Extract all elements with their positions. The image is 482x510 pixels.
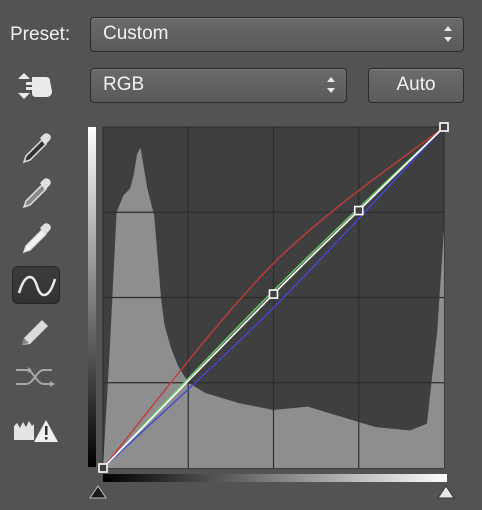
red-curve: [102, 126, 445, 469]
smooth-curve-icon: [16, 367, 55, 387]
white-point-eyedropper-tool[interactable]: [12, 218, 60, 256]
select-arrows-icon: [327, 77, 335, 93]
curve-points-icon: [17, 275, 57, 297]
select-arrows-icon: [444, 26, 452, 42]
channel-select-value: RGB: [103, 74, 145, 95]
on-image-adjust-icon: [18, 73, 52, 99]
clipping-warning-tool[interactable]: [12, 410, 60, 448]
auto-button[interactable]: Auto: [368, 68, 464, 103]
black-point-slider[interactable]: [89, 485, 107, 499]
channel-select[interactable]: RGB: [90, 68, 347, 103]
composite-curve: [102, 126, 445, 469]
green-curve: [102, 126, 445, 469]
input-gradient-bar: [103, 474, 447, 482]
gray-point-eyedropper-tool[interactable]: [12, 173, 60, 211]
gray-point-eyedropper-icon: [22, 178, 51, 209]
curve-control-points[interactable]: [98, 122, 449, 473]
curve-point-3[interactable]: [439, 122, 449, 132]
preset-select[interactable]: Custom: [90, 17, 464, 52]
grid-lines: [103, 127, 444, 468]
pencil-icon: [22, 320, 48, 345]
graph-area: [102, 126, 445, 469]
curve-point-0[interactable]: [98, 463, 108, 473]
pencil-tool[interactable]: [12, 313, 60, 351]
black-point-eyedropper-tool[interactable]: [12, 128, 60, 166]
white-point-eyedropper-icon: [22, 223, 51, 254]
clipping-warning-icon: [14, 420, 58, 442]
black-point-eyedropper-icon: [22, 133, 51, 164]
curve-point-2[interactable]: [353, 205, 364, 216]
output-gradient-bar: [88, 127, 96, 467]
blue-curve: [102, 126, 445, 469]
white-point-slider[interactable]: [437, 485, 455, 499]
curve-points-tool[interactable]: [12, 266, 60, 304]
on-image-adjust-tool[interactable]: [12, 67, 60, 105]
preset-label: Preset:: [10, 24, 71, 45]
smooth-curve-tool[interactable]: [12, 358, 60, 396]
histogram: [103, 147, 444, 468]
preset-select-value: Custom: [103, 23, 169, 44]
curve-point-1[interactable]: [268, 289, 279, 299]
